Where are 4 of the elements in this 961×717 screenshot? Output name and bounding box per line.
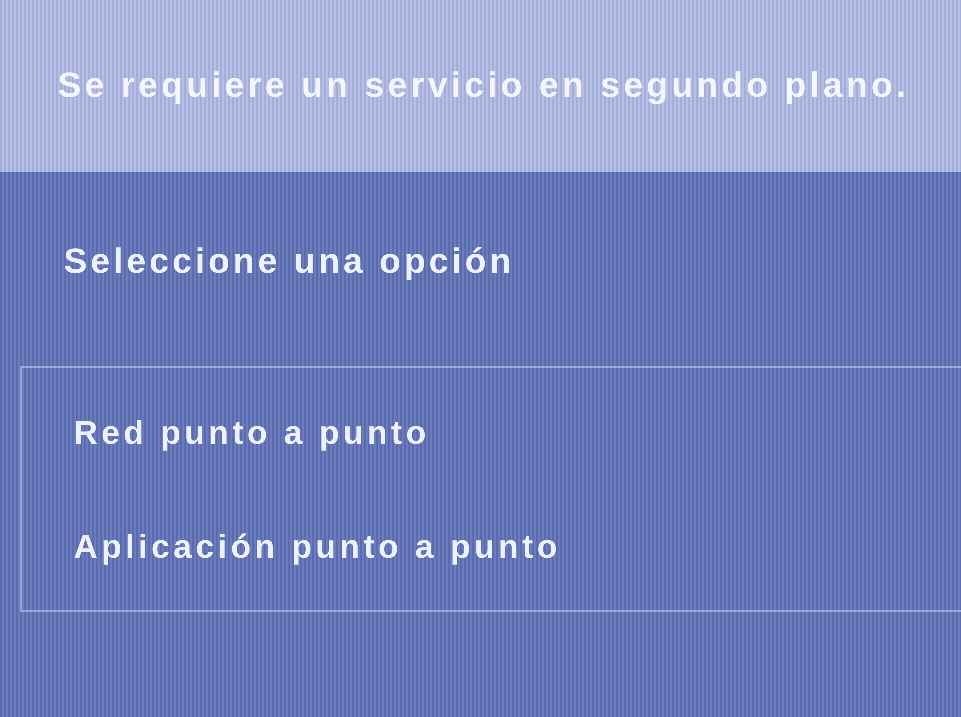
prompt-title: Seleccione una opción — [64, 242, 515, 282]
option-item[interactable]: Aplicación punto a punto — [70, 528, 566, 566]
banner-message: Se requiere un servicio en segundo plano. — [58, 66, 910, 106]
option-item[interactable]: Red punto a punto — [70, 414, 434, 452]
